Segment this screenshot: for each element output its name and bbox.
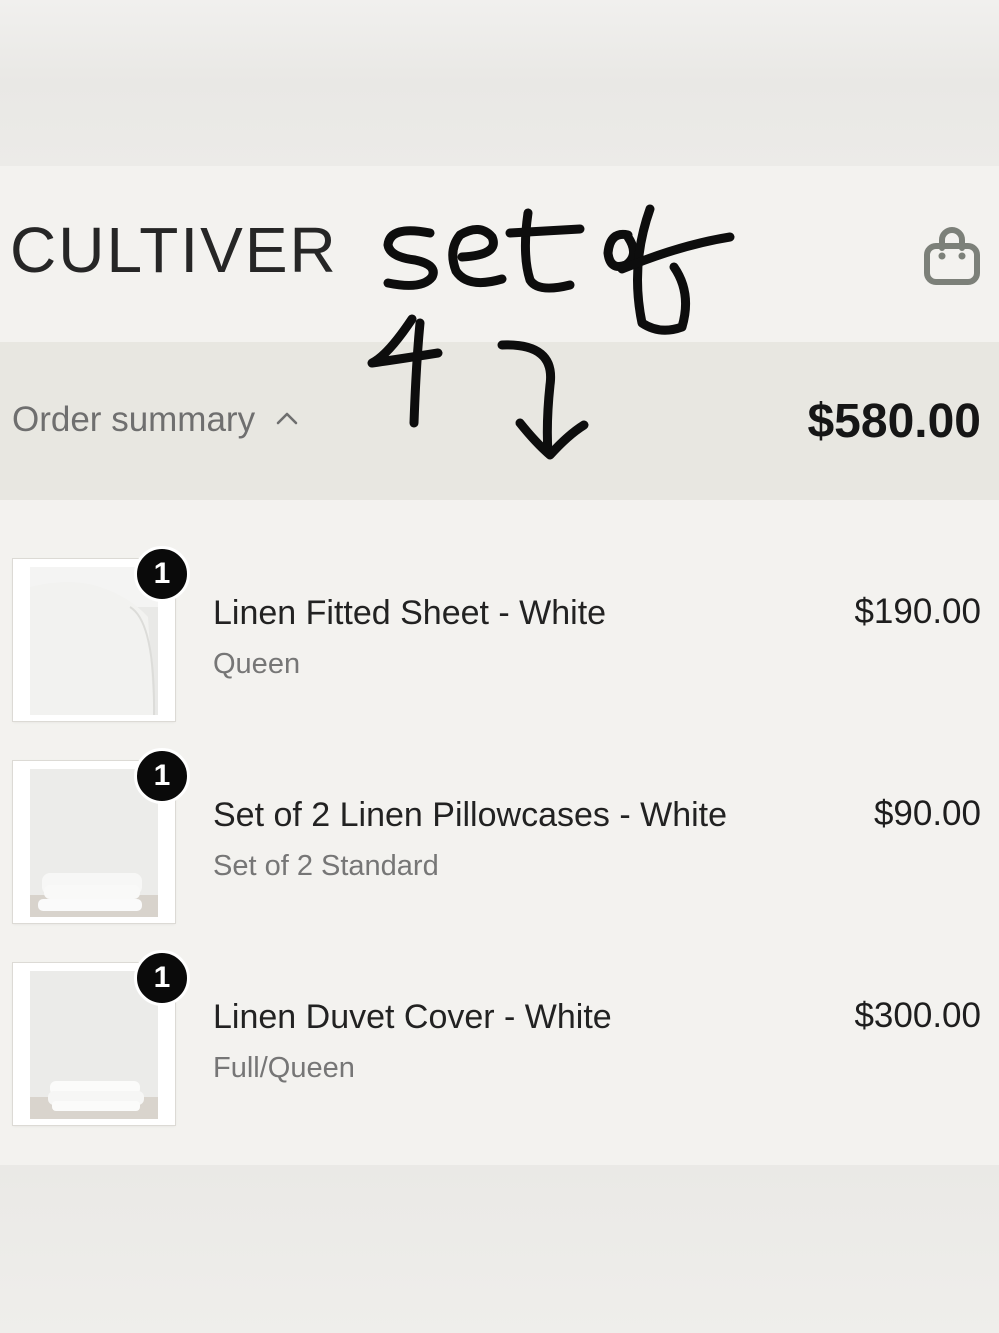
store-logo[interactable]: CULTIVER <box>10 218 338 282</box>
item-price: $90.00 <box>873 794 981 833</box>
shopping-bag-icon[interactable] <box>922 226 982 288</box>
quantity-badge: 1 <box>134 546 190 602</box>
line-item: 1 Linen Duvet Cover - White Full/Queen $… <box>0 950 999 1125</box>
item-name: Set of 2 Linen Pillowcases - White <box>213 796 728 834</box>
order-summary-bar[interactable]: Order summary $580.00 <box>0 342 999 500</box>
item-variant: Set of 2 Standard <box>213 850 439 882</box>
order-summary-toggle[interactable]: Order summary <box>12 400 299 440</box>
line-item: 1 Set of 2 Linen Pillowcases - White Set… <box>0 748 999 923</box>
header: CULTIVER <box>0 166 999 342</box>
order-summary-label: Order summary <box>12 400 256 439</box>
quantity-badge: 1 <box>134 950 190 1006</box>
item-variant: Queen <box>213 648 301 680</box>
item-variant: Full/Queen <box>213 1052 355 1084</box>
item-name: Linen Duvet Cover - White <box>213 998 612 1036</box>
item-price: $300.00 <box>854 996 981 1035</box>
background-top <box>0 0 999 166</box>
checkout-panel: CULTIVER Order summary $580.00 1 Linen F… <box>0 166 999 1165</box>
chevron-up-icon <box>275 410 299 431</box>
item-name: Linen Fitted Sheet - White <box>213 594 607 632</box>
order-total: $580.00 <box>807 395 981 448</box>
background-bottom <box>0 1165 999 1333</box>
line-item: 1 Linen Fitted Sheet - White Queen $190.… <box>0 546 999 721</box>
item-price: $190.00 <box>854 592 981 631</box>
quantity-badge: 1 <box>134 748 190 804</box>
